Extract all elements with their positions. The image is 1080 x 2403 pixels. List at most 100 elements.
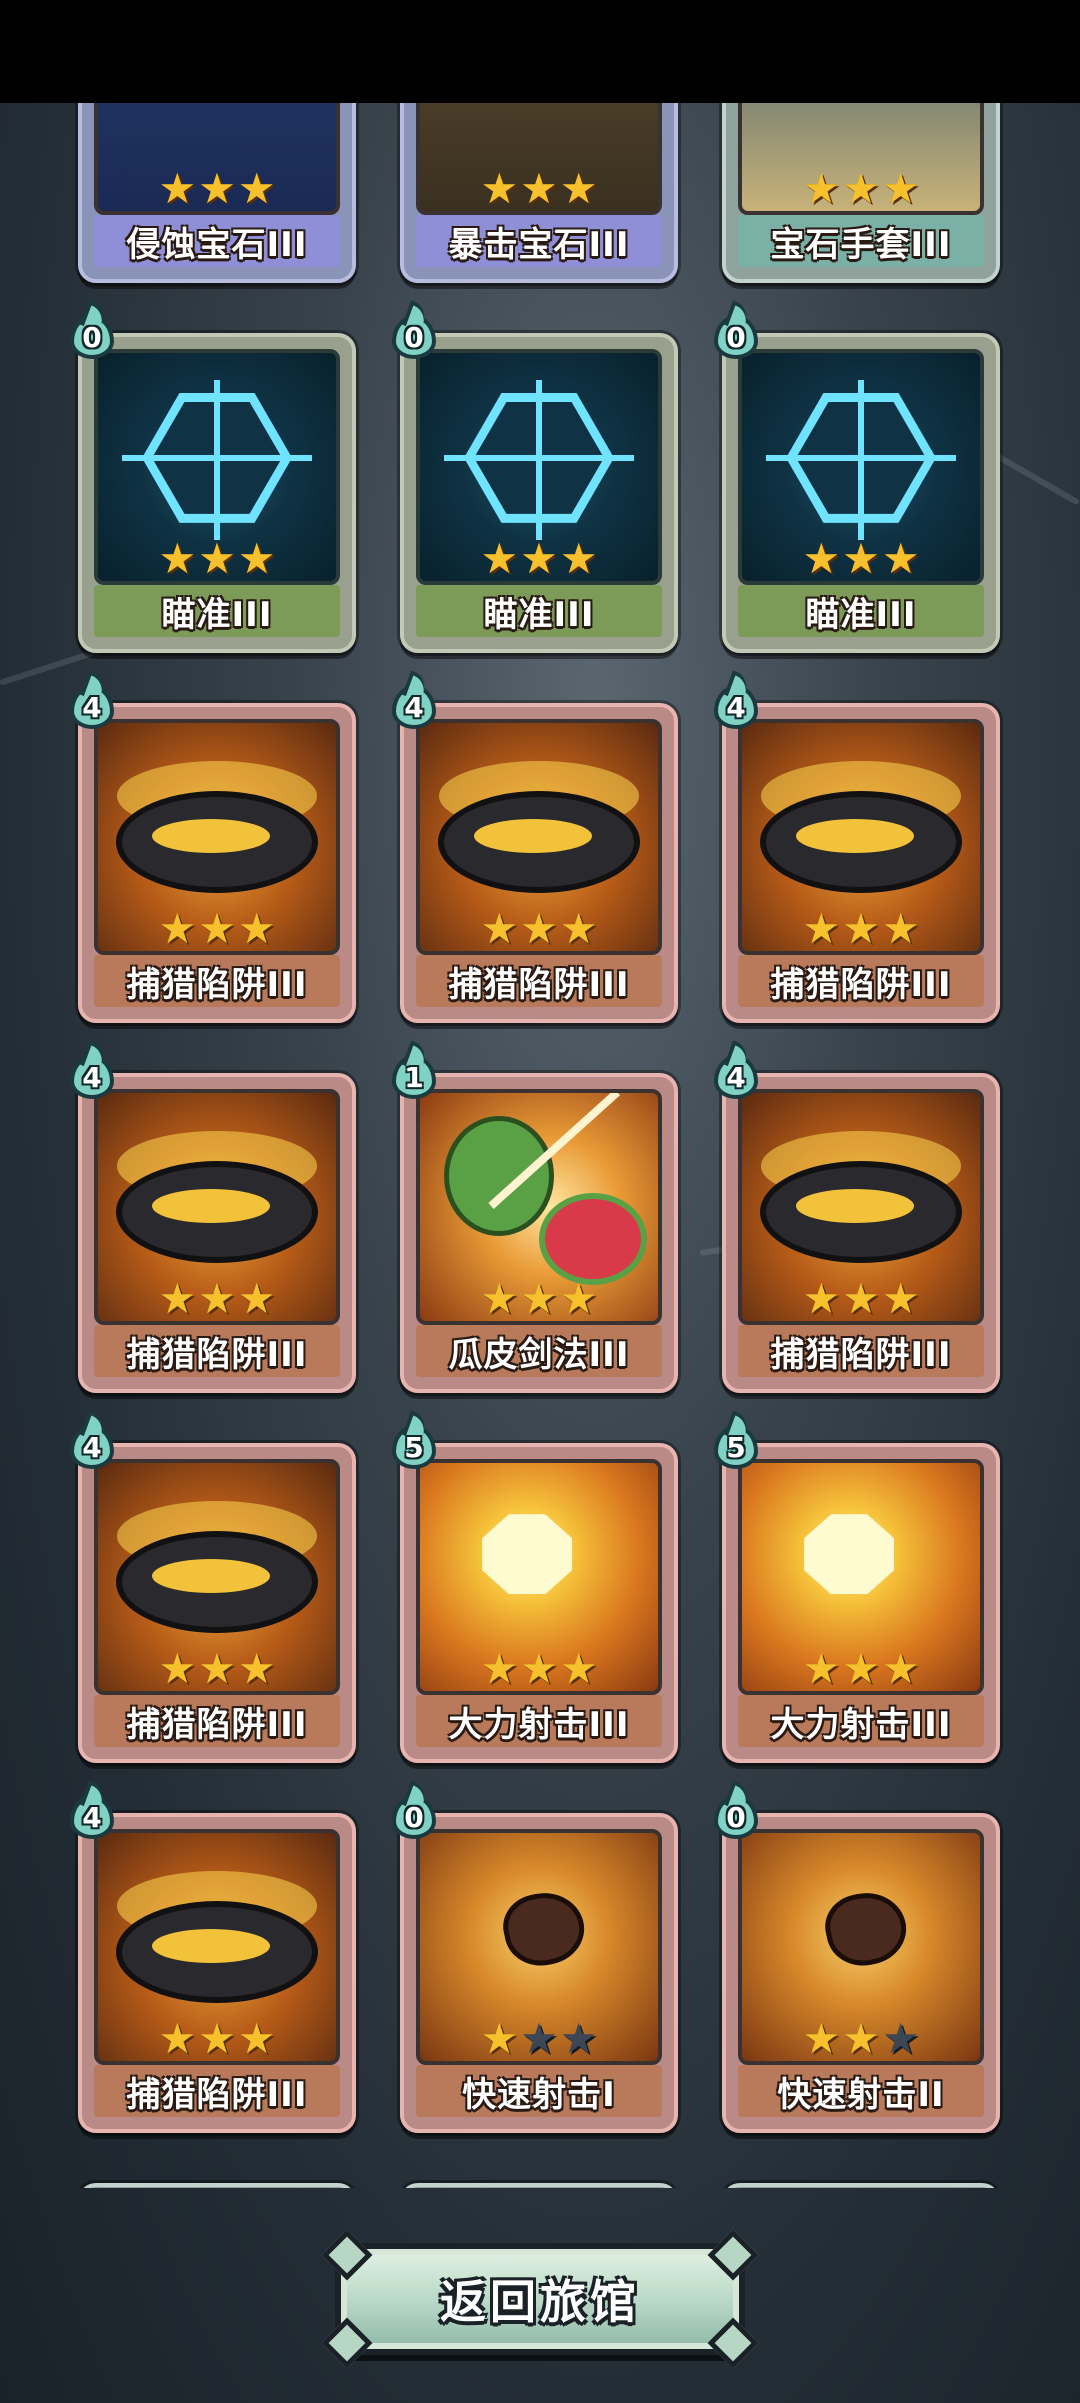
star-filled-icon: ★	[881, 904, 920, 953]
energy-cost-value: 4	[82, 1431, 102, 1464]
star-filled-icon: ★	[237, 1644, 276, 1693]
deck-card[interactable]: ★ ★ ★ 捕猎陷阱III 4	[714, 685, 1000, 1023]
star-rating: ★ ★ ★	[726, 537, 996, 581]
star-filled-icon: ★	[559, 1644, 598, 1693]
card-name: 瞄准III	[738, 585, 984, 637]
deck-card[interactable]: ★ ★ ★ 捕猎陷阱III 4	[70, 1425, 356, 1763]
deck-card[interactable]: ★ ★ ★ 瞄准III 0	[392, 315, 678, 653]
card-name: 捕猎陷阱III	[738, 955, 984, 1007]
star-filled-icon: ★	[881, 1274, 920, 1323]
star-filled-icon: ★	[158, 2014, 197, 2063]
energy-cost-value: 1	[404, 1061, 424, 1094]
star-filled-icon: ★	[480, 1274, 519, 1323]
star-filled-icon: ★	[802, 1644, 841, 1693]
melon-b-shape	[539, 1193, 647, 1286]
star-filled-icon: ★	[480, 534, 519, 583]
star-filled-icon: ★	[158, 164, 197, 213]
star-filled-icon: ★	[158, 534, 197, 583]
star-rating: ★ ★ ★	[726, 907, 996, 951]
pebble-shape	[497, 1885, 591, 1973]
star-rating: ★ ★ ★	[404, 2017, 674, 2061]
star-rating: ★ ★ ★	[404, 167, 674, 211]
star-rating: ★ ★ ★	[726, 1277, 996, 1321]
star-rating: ★ ★ ★	[404, 1277, 674, 1321]
star-filled-icon: ★	[881, 534, 920, 583]
card-name: 暴击宝石III	[416, 215, 662, 267]
card-name: 快速射击I	[416, 2065, 662, 2117]
deck-card[interactable]: ★ ★ ★ 瞄准III 0	[70, 315, 356, 653]
trap-jaw-shape	[116, 1530, 318, 1633]
button-corner-ornament	[707, 2317, 759, 2369]
deck-card[interactable]: ★ ★ ★ 大力射击III 5	[392, 1425, 678, 1763]
crosshair-shape	[121, 454, 313, 461]
deck-card[interactable]: ★ ★ ★ 侵蚀宝石III	[78, 103, 356, 283]
energy-cost-value: 0	[726, 1801, 746, 1834]
deck-card[interactable]: ★ ★ ★ 瓜皮剑法III 1	[392, 1055, 678, 1393]
star-filled-icon: ★	[198, 2014, 236, 2063]
star-empty-icon: ★	[559, 2014, 598, 2063]
card-name: 捕猎陷阱III	[94, 1325, 340, 1377]
star-filled-icon: ★	[842, 534, 880, 583]
star-rating: ★ ★ ★	[404, 907, 674, 951]
star-filled-icon: ★	[237, 904, 276, 953]
status-bar	[0, 0, 1080, 103]
star-filled-icon: ★	[802, 534, 841, 583]
deck-card[interactable]: ★ ★ ★ 捕猎陷阱III 4	[714, 1055, 1000, 1393]
energy-cost-value: 0	[82, 321, 102, 354]
deck-card[interactable]: ★ ★ ★ 宝石手套III	[722, 103, 1000, 283]
button-corner-ornament	[321, 2317, 373, 2369]
energy-cost-badge: 5	[388, 1417, 440, 1477]
star-filled-icon: ★	[480, 2014, 519, 2063]
button-corner-ornament	[707, 2229, 759, 2281]
energy-cost-badge: 0	[388, 307, 440, 367]
deck-card[interactable]: ★ ★ ★ 瞄准III 0	[714, 315, 1000, 653]
card-grid-viewport[interactable]: ★ ★ ★ 侵蚀宝石III ★ ★ ★ 暴击宝石III ★ ★ ★ 宝石手套III ★ ★ ★ 瞄准III 0 ★…	[0, 103, 1080, 2188]
energy-cost-badge: 0	[388, 1787, 440, 1847]
deck-card[interactable]: ★ ★ ★ 捕猎陷阱III 4	[70, 1795, 356, 2133]
star-filled-icon: ★	[802, 1274, 841, 1323]
card-name: 侵蚀宝石III	[94, 215, 340, 267]
card-name: 捕猎陷阱III	[94, 1695, 340, 1747]
deck-card[interactable]	[78, 2183, 356, 2188]
return-to-inn-button[interactable]: 返回旅馆	[321, 2229, 759, 2369]
trap-jaw-shape	[116, 790, 318, 893]
deck-card[interactable]	[400, 2183, 678, 2188]
deck-card[interactable]: ★ ★ ★ 捕猎陷阱III 4	[70, 1055, 356, 1393]
star-rating: ★ ★ ★	[82, 1277, 352, 1321]
trap-jaw-shape	[760, 1160, 962, 1263]
deck-card[interactable]: ★ ★ ★ 快速射击II 0	[714, 1795, 1000, 2133]
deck-card[interactable]	[722, 2183, 1000, 2188]
deck-view-screen: ★ ★ ★ 侵蚀宝石III ★ ★ ★ 暴击宝石III ★ ★ ★ 宝石手套III ★ ★ ★ 瞄准III 0 ★…	[0, 0, 1080, 2403]
blast-shape	[804, 1514, 895, 1595]
star-filled-icon: ★	[480, 1644, 519, 1693]
star-filled-icon: ★	[559, 1274, 598, 1323]
trap-jaw-shape	[760, 790, 962, 893]
energy-cost-value: 5	[726, 1431, 746, 1464]
star-filled-icon: ★	[842, 1644, 880, 1693]
energy-cost-badge: 4	[66, 1787, 118, 1847]
trap-jaw-shape	[116, 1160, 318, 1263]
star-filled-icon: ★	[559, 164, 598, 213]
star-filled-icon: ★	[158, 1644, 197, 1693]
star-empty-icon: ★	[520, 2014, 558, 2063]
deck-card[interactable]: ★ ★ ★ 暴击宝石III	[400, 103, 678, 283]
deck-card[interactable]: ★ ★ ★ 大力射击III 5	[714, 1425, 1000, 1763]
star-rating: ★ ★ ★	[82, 167, 352, 211]
card-name: 瞄准III	[94, 585, 340, 637]
deck-card[interactable]: ★ ★ ★ 快速射击I 0	[392, 1795, 678, 2133]
energy-cost-badge: 1	[388, 1047, 440, 1107]
energy-cost-badge: 4	[66, 677, 118, 737]
energy-cost-badge: 4	[66, 1417, 118, 1477]
pebble-shape	[819, 1885, 913, 1973]
star-filled-icon: ★	[237, 2014, 276, 2063]
energy-cost-badge: 0	[66, 307, 118, 367]
card-name: 瞄准III	[416, 585, 662, 637]
deck-card[interactable]: ★ ★ ★ 捕猎陷阱III 4	[70, 685, 356, 1023]
energy-cost-value: 5	[404, 1431, 424, 1464]
energy-cost-value: 4	[82, 1801, 102, 1834]
deck-card[interactable]: ★ ★ ★ 捕猎陷阱III 4	[392, 685, 678, 1023]
star-filled-icon: ★	[802, 164, 841, 213]
energy-cost-badge: 5	[710, 1417, 762, 1477]
energy-cost-value: 4	[404, 691, 424, 724]
energy-cost-value: 0	[404, 321, 424, 354]
